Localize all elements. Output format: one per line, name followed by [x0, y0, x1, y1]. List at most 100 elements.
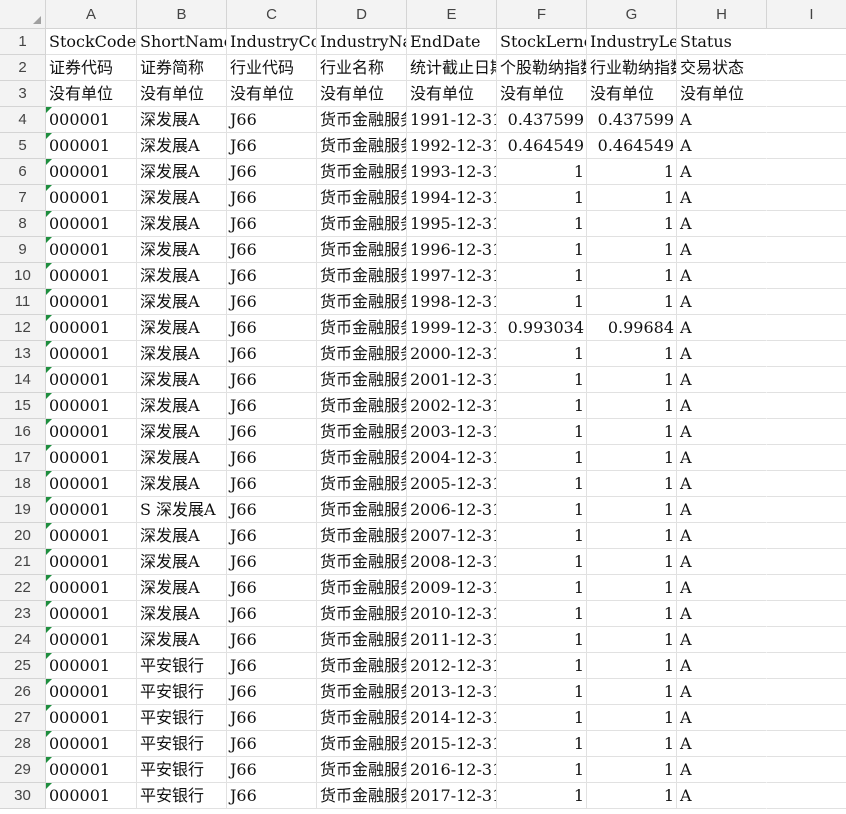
cell-B25[interactable]: 平安银行: [137, 653, 227, 679]
cell-C20[interactable]: J66: [227, 523, 317, 549]
column-header-D[interactable]: D: [317, 0, 407, 29]
cell-I1[interactable]: [767, 29, 846, 55]
cell-H25[interactable]: A: [677, 653, 767, 679]
cell-D5[interactable]: 货币金融服务: [317, 133, 407, 159]
cell-H22[interactable]: A: [677, 575, 767, 601]
cell-F11[interactable]: 1: [497, 289, 587, 315]
cell-D17[interactable]: 货币金融服务: [317, 445, 407, 471]
cell-A26[interactable]: 000001: [46, 679, 137, 705]
cell-H9[interactable]: A: [677, 237, 767, 263]
cell-C18[interactable]: J66: [227, 471, 317, 497]
row-header-29[interactable]: 29: [0, 757, 46, 783]
cell-B24[interactable]: 深发展A: [137, 627, 227, 653]
cell-G13[interactable]: 1: [587, 341, 677, 367]
row-header-12[interactable]: 12: [0, 315, 46, 341]
cell-E10[interactable]: 1997-12-31: [407, 263, 497, 289]
row-header-10[interactable]: 10: [0, 263, 46, 289]
cell-A4[interactable]: 000001: [46, 107, 137, 133]
cell-A23[interactable]: 000001: [46, 601, 137, 627]
cell-I19[interactable]: [767, 497, 846, 523]
cell-F17[interactable]: 1: [497, 445, 587, 471]
cell-A18[interactable]: 000001: [46, 471, 137, 497]
row-header-28[interactable]: 28: [0, 731, 46, 757]
cell-H26[interactable]: A: [677, 679, 767, 705]
cell-F7[interactable]: 1: [497, 185, 587, 211]
cell-I8[interactable]: [767, 211, 846, 237]
cell-H4[interactable]: A: [677, 107, 767, 133]
cell-F8[interactable]: 1: [497, 211, 587, 237]
cell-I7[interactable]: [767, 185, 846, 211]
cell-I2[interactable]: [767, 55, 846, 81]
cell-D9[interactable]: 货币金融服务: [317, 237, 407, 263]
cell-E2[interactable]: 统计截止日期: [407, 55, 497, 81]
cell-A5[interactable]: 000001: [46, 133, 137, 159]
cell-B3[interactable]: 没有单位: [137, 81, 227, 107]
cell-C2[interactable]: 行业代码: [227, 55, 317, 81]
cell-D18[interactable]: 货币金融服务: [317, 471, 407, 497]
cell-F29[interactable]: 1: [497, 757, 587, 783]
row-header-15[interactable]: 15: [0, 393, 46, 419]
cell-C10[interactable]: J66: [227, 263, 317, 289]
cell-E4[interactable]: 1991-12-31: [407, 107, 497, 133]
cell-I3[interactable]: [767, 81, 846, 107]
cell-E26[interactable]: 2013-12-31: [407, 679, 497, 705]
cell-H7[interactable]: A: [677, 185, 767, 211]
row-header-14[interactable]: 14: [0, 367, 46, 393]
cell-B5[interactable]: 深发展A: [137, 133, 227, 159]
cell-B28[interactable]: 平安银行: [137, 731, 227, 757]
cell-A25[interactable]: 000001: [46, 653, 137, 679]
cell-A1[interactable]: StockCode: [46, 29, 137, 55]
cell-E9[interactable]: 1996-12-31: [407, 237, 497, 263]
cell-C13[interactable]: J66: [227, 341, 317, 367]
row-header-25[interactable]: 25: [0, 653, 46, 679]
cell-F30[interactable]: 1: [497, 783, 587, 809]
column-header-E[interactable]: E: [407, 0, 497, 29]
cell-G5[interactable]: 0.464549: [587, 133, 677, 159]
cell-H16[interactable]: A: [677, 419, 767, 445]
row-header-5[interactable]: 5: [0, 133, 46, 159]
column-header-H[interactable]: H: [677, 0, 767, 29]
cell-C15[interactable]: J66: [227, 393, 317, 419]
row-header-11[interactable]: 11: [0, 289, 46, 315]
cell-B6[interactable]: 深发展A: [137, 159, 227, 185]
cell-F23[interactable]: 1: [497, 601, 587, 627]
cell-A7[interactable]: 000001: [46, 185, 137, 211]
cell-E25[interactable]: 2012-12-31: [407, 653, 497, 679]
column-header-A[interactable]: A: [46, 0, 137, 29]
cell-D1[interactable]: IndustryName: [317, 29, 407, 55]
cell-B23[interactable]: 深发展A: [137, 601, 227, 627]
cell-D13[interactable]: 货币金融服务: [317, 341, 407, 367]
row-header-17[interactable]: 17: [0, 445, 46, 471]
cell-G30[interactable]: 1: [587, 783, 677, 809]
cell-F1[interactable]: StockLerner: [497, 29, 587, 55]
cell-C17[interactable]: J66: [227, 445, 317, 471]
cell-A22[interactable]: 000001: [46, 575, 137, 601]
cell-D15[interactable]: 货币金融服务: [317, 393, 407, 419]
cell-F19[interactable]: 1: [497, 497, 587, 523]
cell-D19[interactable]: 货币金融服务: [317, 497, 407, 523]
cell-H6[interactable]: A: [677, 159, 767, 185]
cell-G18[interactable]: 1: [587, 471, 677, 497]
cell-D30[interactable]: 货币金融服务: [317, 783, 407, 809]
cell-G21[interactable]: 1: [587, 549, 677, 575]
cell-E1[interactable]: EndDate: [407, 29, 497, 55]
cell-H18[interactable]: A: [677, 471, 767, 497]
cell-H3[interactable]: 没有单位: [677, 81, 767, 107]
cell-D12[interactable]: 货币金融服务: [317, 315, 407, 341]
cell-C16[interactable]: J66: [227, 419, 317, 445]
cell-B4[interactable]: 深发展A: [137, 107, 227, 133]
cell-I29[interactable]: [767, 757, 846, 783]
cell-A16[interactable]: 000001: [46, 419, 137, 445]
row-header-19[interactable]: 19: [0, 497, 46, 523]
cell-E18[interactable]: 2005-12-31: [407, 471, 497, 497]
cell-I26[interactable]: [767, 679, 846, 705]
cell-I16[interactable]: [767, 419, 846, 445]
row-header-2[interactable]: 2: [0, 55, 46, 81]
cell-B2[interactable]: 证券简称: [137, 55, 227, 81]
cell-E27[interactable]: 2014-12-31: [407, 705, 497, 731]
cell-B20[interactable]: 深发展A: [137, 523, 227, 549]
cell-B8[interactable]: 深发展A: [137, 211, 227, 237]
cell-B30[interactable]: 平安银行: [137, 783, 227, 809]
cell-F26[interactable]: 1: [497, 679, 587, 705]
cell-C6[interactable]: J66: [227, 159, 317, 185]
